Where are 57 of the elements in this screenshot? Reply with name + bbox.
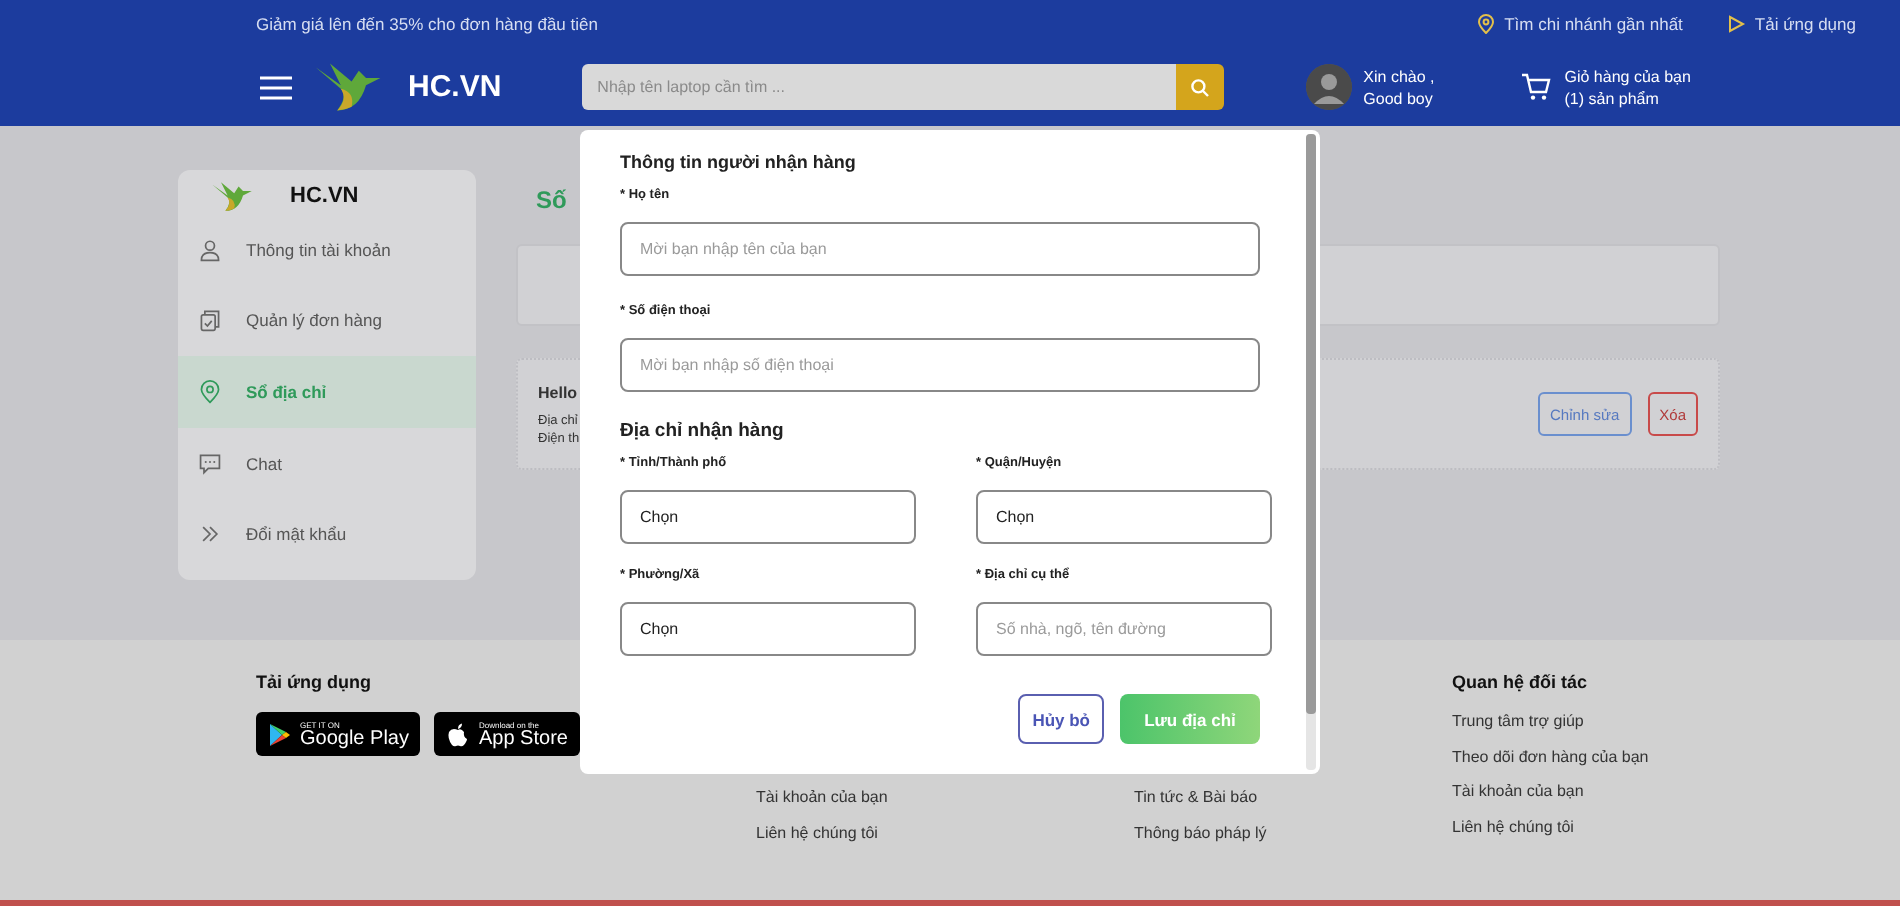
- footer-link[interactable]: Theo dõi đơn hàng của bạn: [1452, 747, 1649, 782]
- user-icon: [198, 237, 222, 262]
- text-field[interactable]: Số nhà, ngõ, tên đường: [976, 602, 1272, 656]
- search-button[interactable]: [1175, 64, 1224, 110]
- top-link[interactable]: Tìm chi nhánh gần nhất: [1504, 14, 1683, 34]
- sidebar-item[interactable]: Quản lý đơn hàng: [178, 285, 476, 357]
- cart-icon[interactable]: [1520, 72, 1553, 102]
- sidebar-item-label: Đổi mật khẩu: [246, 524, 347, 545]
- top-link[interactable]: Tải ứng dụng: [1754, 14, 1856, 34]
- play-icon: [1726, 14, 1747, 34]
- greeting-text: Xin chào ,: [1363, 65, 1435, 87]
- text-field[interactable]: Mời bạn nhập tên của bạn: [620, 222, 1260, 276]
- footer-link[interactable]: Tài khoản của bạn: [756, 788, 1134, 823]
- select-field[interactable]: Chọn: [976, 490, 1272, 544]
- footer-link[interactable]: Liên hệ chúng tôi: [1452, 817, 1649, 852]
- sidebar-item-label: Chat: [246, 453, 282, 474]
- select-field[interactable]: Chọn: [620, 490, 916, 544]
- double-chevron-icon: [198, 522, 222, 547]
- footer-link[interactable]: Tin tức & Bài báo: [1134, 788, 1452, 823]
- apple-icon: [446, 721, 471, 747]
- sidebar-item[interactable]: Chat: [178, 427, 476, 499]
- recipient-name: Hello: [538, 383, 580, 401]
- sidebar-item[interactable]: Thông tin tài khoản: [178, 214, 476, 286]
- bird-logo-icon: [210, 179, 254, 213]
- logo-text[interactable]: HC.VN: [408, 70, 502, 104]
- cart-count: (1) sản phẩm: [1564, 87, 1661, 109]
- sidebar-item-label: Thông tin tài khoản: [246, 239, 391, 260]
- footer-link[interactable]: Trung tâm trợ giúp: [1452, 712, 1649, 747]
- section-title: Thông tin người nhận hàng: [620, 152, 858, 172]
- play-store-icon: [268, 721, 292, 747]
- footer-link[interactable]: Liên hệ chúng tôi: [756, 823, 1134, 858]
- sidebar-item-label: Quản lý đơn hàng: [246, 310, 382, 331]
- section-title: Địa chỉ nhận hàng: [620, 420, 786, 442]
- bird-logo-icon: [312, 60, 384, 114]
- footer-heading: Quan hệ đối tác: [1452, 672, 1590, 692]
- avatar-icon[interactable]: [1305, 64, 1352, 110]
- sidebar-item-label: Sổ địa chỉ: [246, 381, 327, 402]
- footer-link[interactable]: Thông báo pháp lý: [1134, 823, 1452, 858]
- promo-text: Giảm giá lên đến 35% cho đơn hàng đầu tiên: [256, 14, 598, 34]
- cart-label[interactable]: Giỏ hàng của bạn: [1564, 65, 1691, 87]
- menu-icon[interactable]: [260, 75, 292, 99]
- scrollbar[interactable]: [1306, 134, 1316, 770]
- footer-link[interactable]: Tài khoản của bạn: [1452, 782, 1649, 817]
- user-name: Good boy: [1363, 87, 1435, 109]
- clipboard-icon: [198, 308, 222, 333]
- page-title: Số: [536, 186, 567, 214]
- sidebar-item[interactable]: Đổi mật khẩu: [178, 498, 476, 570]
- chat-icon: [198, 451, 222, 476]
- location-pin-icon: [198, 379, 222, 404]
- text-field[interactable]: Mời bạn nhập số điện thoại: [620, 338, 1260, 392]
- cancel-button[interactable]: Hủy bỏ: [1018, 694, 1104, 744]
- footer-heading: Tải ứng dụng: [256, 672, 374, 692]
- search-icon: [1189, 77, 1210, 97]
- logo-text: HC.VN: [290, 184, 359, 208]
- location-pin-icon: [1476, 14, 1497, 34]
- search-field[interactable]: Nhập tên laptop cần tìm ...: [581, 64, 1176, 110]
- select-field[interactable]: Chọn: [620, 602, 916, 656]
